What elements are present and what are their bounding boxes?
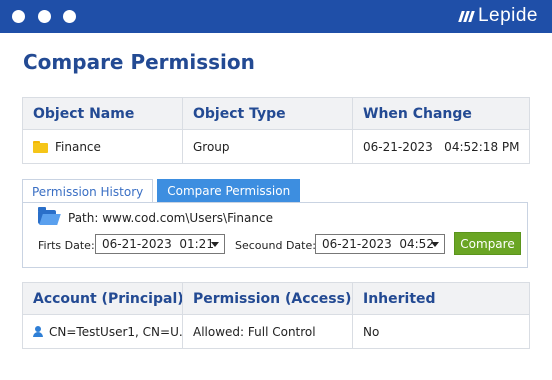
column-header-permission: Permission (Access) [183,283,353,314]
brand-name: Lepide [477,5,538,26]
column-header-inherited: Inherited [363,290,436,307]
first-date-value: 06-21-2023 01:21 [102,237,214,251]
window-dot-maximize[interactable] [63,10,76,23]
column-header-object-name: Object Name [23,98,183,129]
user-icon [33,326,43,337]
object-table: Object Name Object Type When Change Fina… [22,97,530,164]
compare-panel: Path: www.cod.com\Users\Finance Firts Da… [22,202,528,268]
table-row[interactable]: Finance Group 06-21-2023 04:52:18 PM [23,130,529,163]
second-date-value: 06-21-2023 04:52 [322,237,434,251]
object-name-cell: Finance [23,130,183,163]
account-cell: CN=TestUser1, CN=U... [23,315,183,348]
tab-permission-history[interactable]: Permission History [22,179,154,203]
path-row: Path: www.cod.com\Users\Finance [38,207,273,225]
tab-compare-permission[interactable]: Compare Permission [157,179,301,203]
when-change-cell: 06-21-2023 04:52:18 PM [363,139,520,154]
table-row[interactable]: CN=TestUser1, CN=U... Allowed: Full Cont… [23,315,529,348]
brand-logo: Lepide [458,5,538,27]
window-dot-minimize[interactable] [38,10,51,23]
tab-bar: Permission History Compare Permission [22,179,301,203]
permission-table-header: Account (Principal) Permission (Access) … [23,283,529,315]
open-folder-icon [38,207,61,225]
page-title: Compare Permission [23,50,255,74]
inherited-cell: No [363,324,380,339]
object-name-value: Finance [55,139,101,154]
column-header-account: Account (Principal) [23,283,183,314]
title-bar: Lepide [0,0,552,33]
path-text: Path: www.cod.com\Users\Finance [68,210,273,225]
dropdown-caret-icon [211,242,219,247]
object-type-cell: Group [183,130,353,163]
first-date-select[interactable]: 06-21-2023 01:21 [95,234,225,254]
second-date-label: Secound Date: [235,239,316,252]
first-date-label: Firts Date: [38,239,95,252]
column-header-when-change: When Change [363,105,472,122]
folder-icon [33,141,48,153]
account-value: CN=TestUser1, CN=U... [49,324,183,339]
second-date-select[interactable]: 06-21-2023 04:52 [315,234,445,254]
permission-cell: Allowed: Full Control [183,315,353,348]
column-header-object-type: Object Type [183,98,353,129]
permission-table: Account (Principal) Permission (Access) … [22,282,530,349]
lepide-logo-icon [458,10,475,22]
object-table-header: Object Name Object Type When Change [23,98,529,130]
window-dot-close[interactable] [12,10,25,23]
dropdown-caret-icon [431,242,439,247]
compare-button[interactable]: Compare [454,232,521,255]
